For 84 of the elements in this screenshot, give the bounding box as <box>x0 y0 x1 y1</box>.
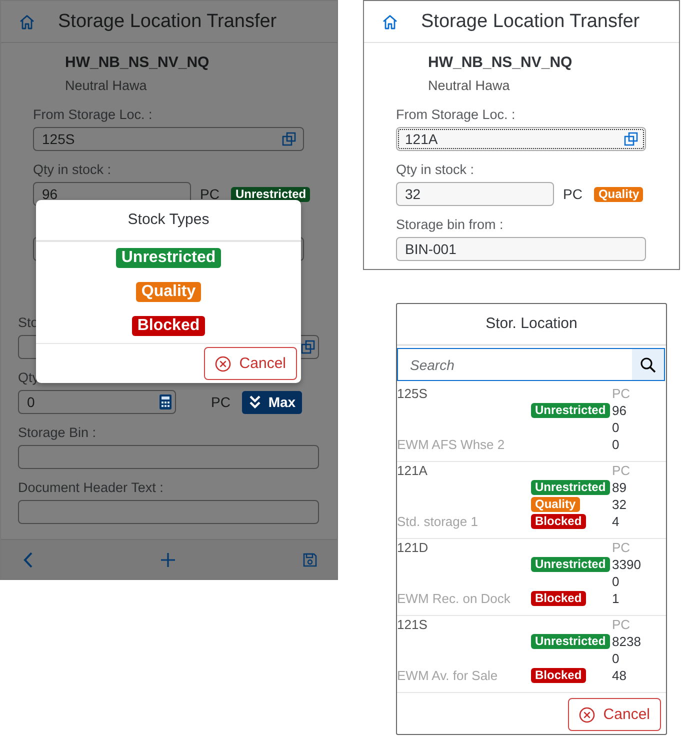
input-field[interactable]: 125S <box>33 127 304 151</box>
input-field[interactable]: 32 <box>396 182 554 206</box>
stock-type-badge: Unrestricted <box>116 248 221 268</box>
cancel-icon <box>215 356 232 372</box>
unit-label: PC <box>612 462 632 479</box>
unit-label: PC <box>563 186 582 202</box>
input-field[interactable]: 121A <box>396 127 646 151</box>
input-field[interactable] <box>18 500 319 524</box>
stock-quantity: 0 <box>612 650 620 667</box>
dialog-title: Stock Types <box>36 200 301 242</box>
location-name: 125S <box>397 385 428 402</box>
max-button[interactable]: Max <box>242 390 302 414</box>
location-list-item[interactable]: 121S PC Unrestricted 8238 0 EWM Av. for Sale Blocked 48 <box>397 616 666 693</box>
unit-label: PC <box>612 385 632 402</box>
stock-type-badge: Unrestricted <box>531 557 610 572</box>
cancel-icon <box>579 706 596 722</box>
input-field[interactable]: BIN-001 <box>396 237 646 261</box>
stock-type-badge: Unrestricted <box>531 480 610 495</box>
stock-quantity: 0 <box>612 436 620 453</box>
field-label: From Storage Loc. : <box>396 106 516 124</box>
stock-type-badge: Quality <box>594 186 644 202</box>
calculator-icon <box>159 394 172 410</box>
stock-type-badge: Blocked <box>132 316 205 336</box>
field-label: Storage Bin : <box>18 424 98 442</box>
location-list-item[interactable]: 125S PC Unrestricted 96 0 EWM AFS Whse 2 0 <box>397 385 666 462</box>
back-icon <box>23 552 33 568</box>
location-name: 121S <box>397 616 428 633</box>
location-description: EWM Av. for Sale <box>397 667 499 684</box>
material-number: HW_NB_NS_NV_NQ <box>65 53 210 73</box>
unit-label: PC <box>612 539 632 556</box>
plus-icon <box>160 552 176 568</box>
unit-label: PC <box>211 394 230 410</box>
location-description: EWM Rec. on Dock <box>397 590 512 607</box>
location-list-item[interactable]: 121D PC Unrestricted 3390 0 EWM Rec. on Dock Blocked 1 <box>397 539 666 616</box>
material-description: Neutral Hawa <box>65 77 148 95</box>
field-label: Qty in stock : <box>33 161 112 179</box>
back-button[interactable] <box>23 552 33 568</box>
value-help-icon <box>301 340 315 354</box>
stock-type-badge: Blocked <box>531 591 586 606</box>
stock-quantity: 0 <box>612 419 620 436</box>
field-label: From Storage Loc. : <box>33 106 154 124</box>
field-label: Document Header Text : <box>18 479 164 497</box>
stock-type-badge: Quality <box>136 282 201 302</box>
stock-type-badge: Quality <box>531 497 580 512</box>
value-help-icon <box>624 132 638 146</box>
stock-quantity: 89 <box>612 479 628 496</box>
field-label: Storage bin from : <box>396 216 504 234</box>
save-icon <box>303 552 317 566</box>
stock-quantity: 0 <box>612 573 620 590</box>
stock-quantity: 3390 <box>612 556 642 573</box>
dialog-title: Stor. Location <box>397 304 666 346</box>
double-chevron-down-icon <box>249 395 262 409</box>
value-help-icon <box>282 132 296 146</box>
stock-type-badge: Unrestricted <box>531 403 610 418</box>
stock-type-badge: Blocked <box>531 514 586 529</box>
stock-quantity: 32 <box>612 496 628 513</box>
stock-quantity: 48 <box>612 667 628 684</box>
stock-type-badge: Unrestricted <box>531 634 610 649</box>
stock-quantity: 4 <box>612 513 620 530</box>
page-title: Storage Location Transfer <box>58 10 277 32</box>
stock-quantity: 1 <box>612 590 620 607</box>
location-description: Std. storage 1 <box>397 513 479 530</box>
stock-quantity: 8238 <box>612 633 642 650</box>
field-label: Qty in stock : <box>396 161 476 179</box>
cancel-button[interactable]: Cancel <box>204 347 297 380</box>
cancel-button[interactable]: Cancel <box>568 698 661 731</box>
location-list-item[interactable]: 121A PC Unrestricted 89 Quality 32 Std. storage 1 Blocked 4 <box>397 462 666 539</box>
home-icon <box>19 14 35 30</box>
location-description: EWM AFS Whse 2 <box>397 436 506 453</box>
add-button[interactable] <box>160 552 176 568</box>
page-title: Storage Location Transfer <box>421 10 640 32</box>
unit-label: PC <box>612 616 632 633</box>
stock-quantity: 96 <box>612 402 628 419</box>
material-description: Neutral Hawa <box>428 77 511 95</box>
input-field[interactable]: 0 <box>18 390 176 414</box>
material-number: HW_NB_NS_NV_NQ <box>428 53 574 73</box>
stock-type-badge: Unrestricted <box>231 186 310 202</box>
input-field[interactable] <box>18 445 319 469</box>
home-icon <box>382 14 398 30</box>
stock-type-badge: Blocked <box>531 668 586 683</box>
location-name: 121D <box>397 539 430 556</box>
save-button[interactable] <box>303 552 317 566</box>
location-name: 121A <box>397 462 428 479</box>
unit-label: PC <box>200 186 220 202</box>
